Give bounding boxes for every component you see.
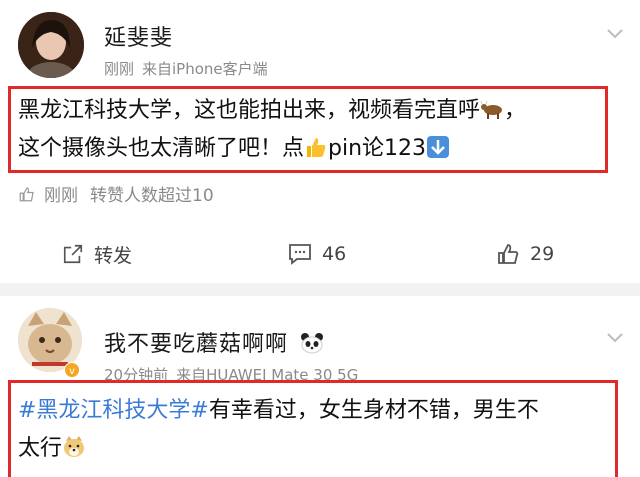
- comment-button[interactable]: 46: [288, 236, 346, 272]
- repost-button[interactable]: 转发: [62, 236, 132, 272]
- like-button[interactable]: 29: [496, 236, 554, 272]
- post-content: #黑龙江科技大学#有幸看过，女生身材不错，男生不 太行: [18, 398, 539, 461]
- repost-icon: [63, 244, 83, 264]
- post-time: 刚刚: [104, 60, 135, 78]
- username-row: 我不要吃蘑菇啊啊: [104, 326, 324, 358]
- post-card-1: 延斐斐 刚刚 来自iPhone客户端 黑龙江科技大学，这也能拍出来，视频看完直呼，…: [0, 0, 640, 283]
- verified-badge-icon: v: [64, 362, 80, 378]
- comment-icon: [289, 244, 311, 265]
- post-content: 黑龙江科技大学，这也能拍出来，视频看完直呼， 这个摄像头也太清晰了吧！点 pin论…: [18, 98, 527, 161]
- down-arrow-emoji: [427, 136, 450, 158]
- panda-emoji: [301, 333, 324, 354]
- hashtag-link[interactable]: #黑龙江科技大学#: [18, 398, 209, 423]
- action-bar: 转发 46 29: [0, 236, 640, 272]
- thumbs-up-emoji: [307, 138, 326, 157]
- avatar[interactable]: [18, 12, 84, 78]
- username[interactable]: 我不要吃蘑菇啊啊: [104, 332, 288, 357]
- svg-text:v: v: [69, 366, 75, 377]
- chevron-down-icon[interactable]: [606, 24, 624, 42]
- like-context: 刚刚 转赞人数超过10: [18, 181, 214, 206]
- username[interactable]: 延斐斐: [104, 20, 173, 52]
- like-context-icon: [19, 186, 34, 201]
- post-source: 来自iPhone客户端: [142, 60, 268, 78]
- post-divider: [0, 283, 640, 296]
- like-icon: [498, 244, 519, 264]
- cow-emoji: [480, 100, 503, 119]
- post-meta: 刚刚 来自iPhone客户端: [104, 58, 268, 79]
- chevron-down-icon[interactable]: [606, 328, 624, 346]
- doge-emoji: [64, 436, 85, 457]
